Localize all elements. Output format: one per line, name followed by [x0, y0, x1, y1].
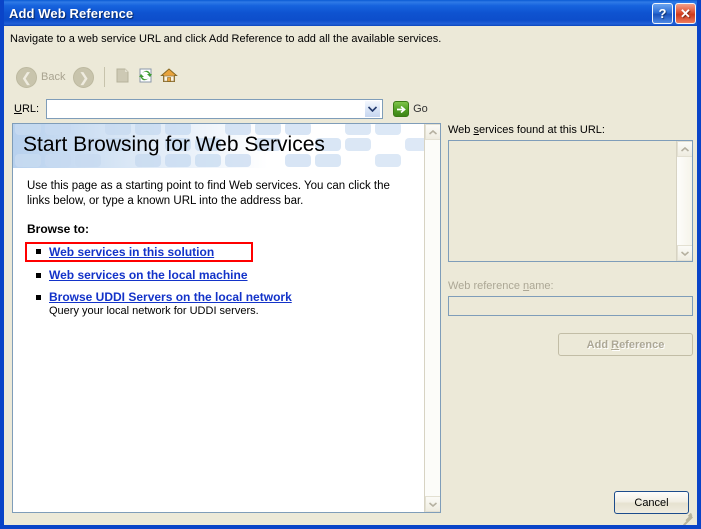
bullet-icon: [36, 249, 41, 254]
chevron-up-icon[interactable]: [425, 124, 441, 140]
bullet-icon: [36, 273, 41, 278]
forward-button[interactable]: ❯: [69, 65, 98, 90]
services-found-label: Web services found at this URL:: [448, 124, 693, 136]
services-found-listbox[interactable]: [448, 140, 693, 262]
link-uddi-sublabel: Query your local network for UDDI server…: [49, 305, 410, 317]
web-reference-name-label: Web reference name:: [448, 280, 693, 292]
stop-button[interactable]: [111, 66, 134, 89]
bullet-icon: [36, 295, 41, 300]
go-button[interactable]: Go: [393, 101, 428, 117]
url-bar-row: URL: Go: [14, 99, 428, 119]
chevron-down-icon[interactable]: [425, 496, 441, 512]
link-web-services-in-solution[interactable]: Web services in this solution: [49, 245, 214, 259]
url-label: URL:: [14, 103, 39, 115]
chevron-up-icon[interactable]: [677, 141, 693, 157]
list-item: Web services in this solution: [27, 244, 251, 260]
page-title: Start Browsing for Web Services: [23, 133, 325, 157]
scrollbar-track[interactable]: [425, 140, 440, 496]
chevron-down-icon[interactable]: [364, 100, 381, 118]
dialog-instruction-text: Navigate to a web service URL and click …: [10, 33, 441, 45]
link-web-services-local-machine[interactable]: Web services on the local machine: [49, 268, 248, 282]
back-button[interactable]: ❮ Back: [12, 65, 69, 90]
right-panel: Web services found at this URL: Web refe…: [448, 124, 693, 356]
browse-links-list: Web services in this solution Web servic…: [27, 244, 410, 317]
tile-decoration: [345, 124, 371, 135]
scrollbar-track[interactable]: [677, 157, 692, 245]
list-item: Browse UDDI Servers on the local network…: [27, 290, 410, 317]
tile-decoration: [375, 124, 401, 135]
toolbar-separator: [104, 67, 105, 87]
home-icon: [160, 67, 178, 87]
web-reference-name-input[interactable]: [448, 296, 693, 316]
url-combobox[interactable]: [46, 99, 383, 119]
browser-content-pane: Start Browsing for Web Services Use this…: [12, 123, 441, 513]
tile-decoration: [375, 154, 401, 167]
green-arrow-icon: [393, 101, 409, 117]
refresh-button[interactable]: [134, 66, 157, 89]
document-area: Start Browsing for Web Services Use this…: [13, 124, 424, 512]
tile-decoration: [345, 138, 371, 151]
right-arrow-circle-icon: ❯: [73, 67, 94, 88]
url-input[interactable]: [47, 101, 364, 117]
back-button-label: Back: [41, 71, 65, 83]
stop-page-icon: [114, 67, 131, 87]
cancel-button[interactable]: Cancel: [614, 491, 689, 514]
browse-to-heading: Browse to:: [27, 222, 410, 236]
browser-toolbar: ❮ Back ❯: [12, 62, 180, 92]
refresh-icon: [137, 67, 154, 87]
services-list-body[interactable]: [449, 141, 676, 261]
list-item: Web services on the local machine: [27, 268, 410, 282]
go-button-label: Go: [413, 103, 428, 115]
help-button[interactable]: ?: [652, 3, 673, 24]
close-icon[interactable]: ✕: [675, 3, 696, 24]
document-body: Use this page as a starting point to fin…: [13, 168, 424, 317]
chevron-down-icon[interactable]: [677, 245, 693, 261]
tile-decoration: [405, 138, 424, 151]
home-button[interactable]: [157, 66, 180, 89]
window-controls: ? ✕: [652, 3, 696, 24]
window-title: Add Web Reference: [9, 6, 133, 21]
link-browse-uddi-servers[interactable]: Browse UDDI Servers on the local network: [49, 290, 292, 304]
browser-vertical-scrollbar[interactable]: [424, 124, 440, 512]
document-header-banner: Start Browsing for Web Services: [13, 124, 424, 168]
services-vertical-scrollbar[interactable]: [676, 141, 692, 261]
add-reference-button[interactable]: Add Reference: [558, 333, 693, 356]
page-description: Use this page as a starting point to fin…: [27, 179, 402, 209]
add-web-reference-dialog: Add Web Reference ? ✕ Navigate to a web …: [0, 0, 701, 529]
left-arrow-circle-icon: ❮: [16, 67, 37, 88]
resize-grip-icon[interactable]: [681, 509, 695, 523]
title-bar[interactable]: Add Web Reference ? ✕: [0, 0, 701, 26]
